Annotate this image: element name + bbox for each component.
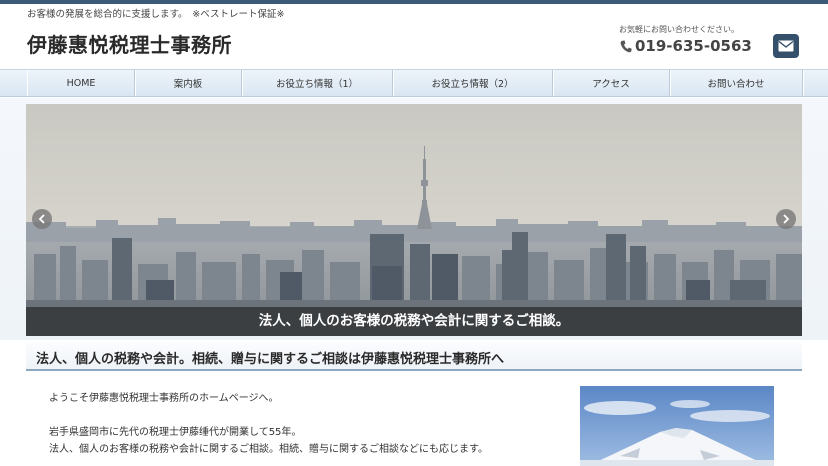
slider-prev-button[interactable] — [32, 209, 52, 229]
phone-number[interactable]: 019-635-0563 — [620, 37, 752, 55]
nav-item-useful-info-1[interactable]: お役立ち情報（1） — [242, 70, 393, 96]
nav-item-home[interactable]: HOME — [28, 70, 135, 96]
site-title[interactable]: 伊藤惠悦税理士事務所 — [27, 29, 232, 58]
hero-slider[interactable]: 法人、個人のお客様の税務や会計に関するご相談。 — [26, 104, 802, 336]
global-nav: HOME 案内板 お役立ち情報（1） お役立ち情報（2） アクセス お問い合わせ — [0, 69, 828, 97]
section-heading-text: 法人、個人の税務や会計。相続、贈与に関するご相談は伊藤惠悦税理士事務所へ — [36, 352, 505, 367]
section-heading: 法人、個人の税務や会計。相続、贈与に関するご相談は伊藤惠悦税理士事務所へ — [26, 343, 802, 371]
mount-iwate-image — [580, 386, 774, 466]
chevron-left-icon — [38, 214, 45, 224]
nav-item-useful-info-2[interactable]: お役立ち情報（2） — [393, 70, 553, 96]
site-tagline: お客様の発展を総合的に支援します。 ※ベストレート保証※ — [27, 9, 285, 20]
nav-list: HOME 案内板 お役立ち情報（1） お役立ち情報（2） アクセス お問い合わせ — [27, 70, 803, 96]
slider-caption: 法人、個人のお客様の税務や会計に関するご相談。 — [26, 307, 802, 336]
slider-next-button[interactable] — [776, 209, 796, 229]
contact-note: お気軽にお問い合わせください。 — [619, 25, 739, 34]
intro-paragraph-3: 法人、個人のお客様の税務や会計に関するご相談。相続、贈与に関するご相談などにも応… — [49, 444, 488, 455]
intro-paragraph-2: 岩手県盛岡市に先代の税理士伊藤缍代が開業して55年。 — [49, 427, 302, 438]
phone-number-text: 019-635-0563 — [635, 37, 752, 55]
phone-icon — [620, 40, 632, 52]
nav-item-contact[interactable]: お問い合わせ — [670, 70, 803, 96]
city-skyline-image — [26, 104, 802, 336]
mail-icon — [778, 40, 794, 52]
intro-paragraph-1: ようこそ伊藤惠悦税理士事務所のホームページへ。 — [49, 393, 279, 404]
mail-button[interactable] — [773, 34, 799, 58]
nav-item-access[interactable]: アクセス — [553, 70, 670, 96]
top-accent-bar — [0, 0, 828, 4]
chevron-right-icon — [783, 214, 790, 224]
nav-item-guide[interactable]: 案内板 — [135, 70, 242, 96]
